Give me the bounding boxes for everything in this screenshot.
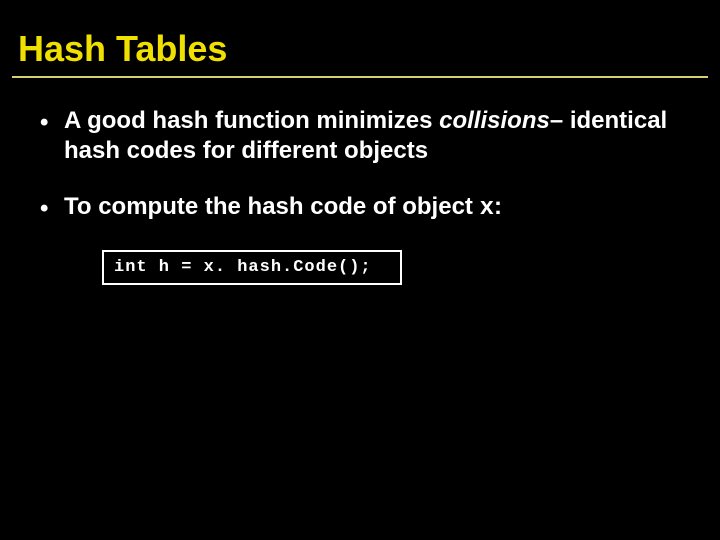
bullet-item: • To compute the hash code of object x: <box>40 192 680 224</box>
slide-title: Hash Tables <box>0 0 720 76</box>
text-run: : <box>494 193 502 220</box>
bullet-text: To compute the hash code of object x: <box>64 192 680 224</box>
bullet-item: • A good hash function minimizes collisi… <box>40 106 680 166</box>
bullet-dot: • <box>40 106 64 138</box>
slide-body: • A good hash function minimizes collisi… <box>0 78 720 285</box>
text-run: A good hash function minimizes <box>64 107 439 134</box>
mono-text: x <box>480 195 494 222</box>
code-block: int h = x. hash.Code(); <box>102 250 402 285</box>
bullet-dot: • <box>40 192 64 224</box>
text-run: To compute the hash code of object <box>64 193 480 220</box>
slide: Hash Tables • A good hash function minim… <box>0 0 720 540</box>
italic-text: collisions <box>439 107 550 134</box>
bullet-text: A good hash function minimizes collision… <box>64 106 680 166</box>
